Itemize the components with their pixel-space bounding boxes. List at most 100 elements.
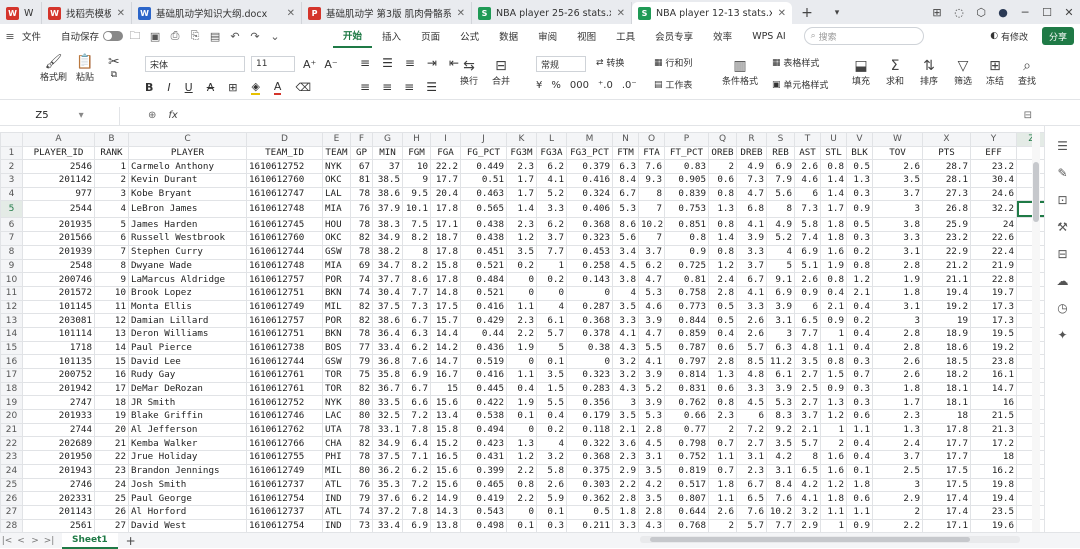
cell[interactable]: 6.2 <box>402 491 431 506</box>
cell[interactable]: 0.3 <box>536 518 567 532</box>
cell[interactable]: 3.5 <box>612 409 639 424</box>
cell[interactable]: 74 <box>350 504 373 520</box>
cell[interactable]: 2.3 <box>736 463 767 479</box>
menu-item-6[interactable]: 视图 <box>567 24 606 48</box>
row-header[interactable]: 18 <box>0 381 23 397</box>
cell[interactable]: 0.38 <box>566 340 613 356</box>
expand-formula-icon[interactable]: ⊟ <box>1024 110 1032 121</box>
cell[interactable]: 9.2 <box>766 422 795 438</box>
cell[interactable]: 0.851 <box>664 217 709 233</box>
cell[interactable]: 0.4 <box>708 326 737 342</box>
cell[interactable]: 10 <box>402 159 431 175</box>
menu-item-1[interactable]: 插入 <box>372 24 411 48</box>
cell[interactable]: 37.2 <box>372 504 403 520</box>
cell[interactable]: 0.423 <box>460 436 507 452</box>
cell[interactable]: 8.2 <box>402 231 431 246</box>
print-icon[interactable]: ⎘ <box>185 29 205 43</box>
cell[interactable]: 0.368 <box>566 313 613 328</box>
cell[interactable]: 0.3 <box>846 395 873 411</box>
cell[interactable]: 201942 <box>22 381 95 397</box>
cell[interactable]: 7.2 <box>402 477 431 493</box>
align-top-icon[interactable]: ≡ <box>360 56 370 70</box>
justify-icon[interactable]: ☰ <box>426 80 437 94</box>
cell[interactable]: 0.8 <box>708 244 737 260</box>
cell[interactable]: 14 <box>94 340 129 356</box>
cell[interactable]: 78 <box>350 217 373 233</box>
cell[interactable]: 19.4 <box>922 285 971 301</box>
cell[interactable]: 1610612749 <box>246 463 323 479</box>
next-sheet-icon[interactable]: > <box>28 536 42 546</box>
cell[interactable]: 2.2 <box>506 326 537 342</box>
cell[interactable]: 2546 <box>22 159 95 175</box>
cell[interactable]: 18 <box>970 450 1017 465</box>
cell[interactable]: 18.9 <box>922 326 971 342</box>
cell[interactable]: 3.3 <box>736 244 767 260</box>
cell[interactable]: 0.81 <box>664 272 709 287</box>
cell[interactable]: 2.7 <box>794 368 821 383</box>
cell[interactable]: 0.8 <box>664 231 709 246</box>
cell[interactable]: Russell Westbrook <box>128 231 247 246</box>
cell[interactable]: 81 <box>350 173 373 188</box>
cell[interactable]: 7.3 <box>402 299 431 315</box>
cell[interactable]: HOU <box>322 217 351 233</box>
avatar[interactable]: ● <box>992 6 1014 19</box>
cell[interactable]: UTA <box>322 422 351 438</box>
cell[interactable]: 3 <box>612 395 639 411</box>
row-header[interactable]: 2 <box>0 159 23 175</box>
cell[interactable]: 1.5 <box>536 381 567 397</box>
cell[interactable]: 0.844 <box>664 313 709 328</box>
column-header[interactable]: K <box>506 132 537 147</box>
cell[interactable]: 15.8 <box>430 422 461 438</box>
cell[interactable]: 2.8 <box>872 326 923 342</box>
cell[interactable]: 5.9 <box>536 491 567 506</box>
cell[interactable]: 12 <box>94 313 129 328</box>
cell[interactable]: 4.3 <box>638 518 665 532</box>
cell[interactable]: 1.4 <box>820 173 847 188</box>
cell[interactable]: 78 <box>350 450 373 465</box>
cell[interactable]: 0.368 <box>566 217 613 233</box>
data-table[interactable]: ABCDEFGHIJKLMNOPQRSTUVWXYZ1PLAYER_IDRANK… <box>0 132 1047 532</box>
cell[interactable]: 0.6 <box>708 381 737 397</box>
cell[interactable]: 17.3 <box>970 313 1017 328</box>
cell[interactable]: 0.356 <box>566 395 613 411</box>
ai-icon[interactable]: ✦ <box>1045 328 1080 342</box>
cell[interactable]: 0.451 <box>460 244 507 260</box>
cell[interactable]: 17.4 <box>922 491 971 506</box>
cell[interactable]: Rudy Gay <box>128 368 247 383</box>
cell[interactable]: 36.8 <box>372 354 403 369</box>
cell[interactable]: 4 <box>536 299 567 315</box>
cell[interactable]: 3.1 <box>872 299 923 315</box>
cell[interactable]: 6.9 <box>766 285 795 301</box>
cell[interactable]: 0.2 <box>536 422 567 438</box>
cell[interactable]: 2.2 <box>612 477 639 493</box>
cell[interactable]: 22 <box>94 450 129 465</box>
cell[interactable]: 2.6 <box>708 504 737 520</box>
cell[interactable]: 8 <box>402 244 431 260</box>
cell[interactable]: 3.2 <box>794 504 821 520</box>
cell[interactable]: 80 <box>350 395 373 411</box>
cell[interactable]: 2.9 <box>612 463 639 479</box>
cell[interactable]: 0.1 <box>506 409 537 424</box>
cell[interactable]: 22.4 <box>970 244 1017 260</box>
cell[interactable]: 21 <box>94 436 129 452</box>
cell[interactable]: 0.768 <box>664 518 709 532</box>
cell[interactable]: 0.8 <box>708 186 737 202</box>
cell[interactable]: 8.6 <box>402 272 431 287</box>
minimize-icon[interactable]: ─ <box>1014 6 1036 19</box>
cell[interactable]: 38.6 <box>372 313 403 328</box>
cell[interactable]: 2.6 <box>872 368 923 383</box>
cell[interactable]: 27.3 <box>922 186 971 202</box>
cell[interactable]: 19.2 <box>922 299 971 315</box>
row-header[interactable]: 21 <box>0 422 23 438</box>
cell[interactable]: 1.2 <box>846 272 873 287</box>
cell[interactable]: 4.1 <box>794 491 821 506</box>
new-tab-button[interactable]: + <box>792 2 822 24</box>
column-header[interactable]: P <box>664 132 709 147</box>
cell[interactable]: 4.8 <box>794 340 821 356</box>
cell[interactable]: 1.2 <box>820 409 847 424</box>
cell[interactable]: 1 <box>820 326 847 342</box>
cell[interactable]: 0.762 <box>664 395 709 411</box>
cell[interactable]: 0.449 <box>460 159 507 175</box>
cell[interactable]: 1.1 <box>708 450 737 465</box>
cell[interactable]: 0 <box>506 272 537 287</box>
